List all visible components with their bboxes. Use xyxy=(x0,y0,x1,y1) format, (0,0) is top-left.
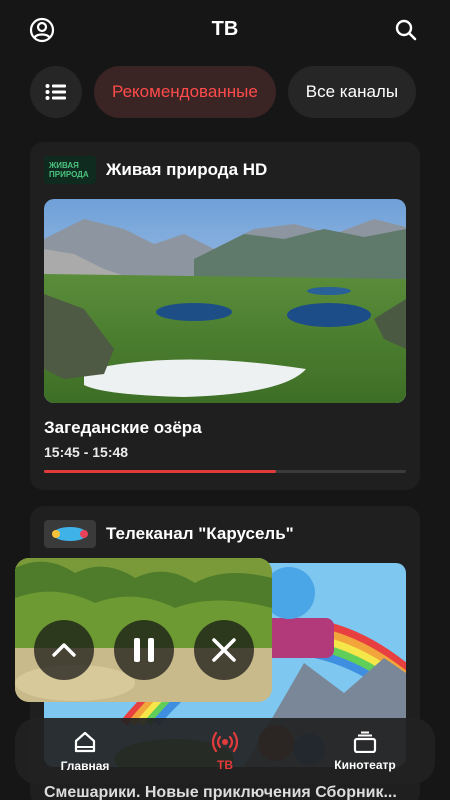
progress-fill xyxy=(44,470,276,473)
channel-name: Живая природа HD xyxy=(106,160,268,179)
nav-tv[interactable]: ТВ xyxy=(155,718,295,784)
channel-header: Телеканал "Карусель" xyxy=(44,520,294,548)
channel-header: ЖИВАЯ ПРИРОДА Живая природа HD xyxy=(44,156,267,184)
filter-all-channels[interactable]: Все каналы xyxy=(287,66,417,118)
page-title: ТВ xyxy=(211,18,239,40)
broadcast-icon xyxy=(212,731,238,752)
top-bar: ТВ xyxy=(0,0,450,60)
filter-recommended[interactable]: Рекомендованные xyxy=(94,66,276,118)
list-icon xyxy=(45,84,66,100)
nav-cinema-label: Кинотеатр xyxy=(334,757,396,772)
nav-home-label: Главная xyxy=(60,758,110,773)
pause-icon xyxy=(134,638,154,662)
chevron-up-icon xyxy=(52,643,76,657)
pip-expand-button[interactable] xyxy=(34,620,94,680)
program-title: Смешарики. Новые приключения Сборник... xyxy=(44,784,397,800)
cinema-icon xyxy=(353,731,377,753)
channel-logo: ЖИВАЯ ПРИРОДА xyxy=(44,156,96,184)
nav-cinema[interactable]: Кинотеатр xyxy=(295,718,435,784)
karusel-logo-icon xyxy=(52,527,88,541)
menu-button[interactable] xyxy=(30,66,82,118)
search-icon xyxy=(395,19,417,41)
search-button[interactable] xyxy=(388,12,424,48)
program-time: 15:45 - 15:48 xyxy=(44,444,129,460)
channel-logo xyxy=(44,520,96,548)
nav-home[interactable]: Главная xyxy=(15,718,155,784)
pip-close-button[interactable] xyxy=(194,620,254,680)
program-thumbnail[interactable] xyxy=(44,199,406,403)
filter-bar: Рекомендованные Все каналы xyxy=(30,66,417,118)
channel-name: Телеканал "Карусель" xyxy=(106,524,294,543)
close-icon xyxy=(212,638,236,662)
channel-card[interactable]: ЖИВАЯ ПРИРОДА Живая природа HD Загеданск… xyxy=(30,142,420,490)
pip-player[interactable] xyxy=(15,558,272,702)
program-title: Загеданские озёра xyxy=(44,418,202,437)
pip-pause-button[interactable] xyxy=(114,620,174,680)
home-icon xyxy=(74,731,96,752)
bottom-nav: Главная ТВ Кинотеатр xyxy=(15,718,435,784)
nav-tv-label: ТВ xyxy=(217,757,233,772)
program-progress xyxy=(44,470,406,473)
